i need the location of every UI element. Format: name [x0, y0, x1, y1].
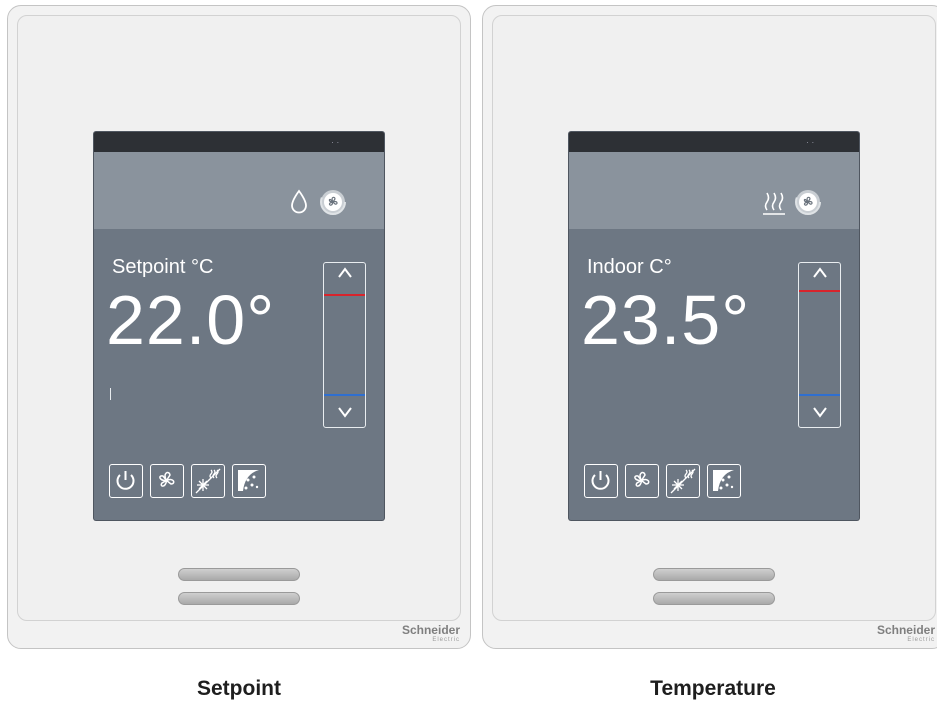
vent-slot — [653, 592, 775, 605]
chevron-up-icon — [812, 267, 827, 278]
increase-button[interactable] — [324, 266, 365, 285]
fan-button[interactable] — [625, 464, 659, 498]
vent-slot — [178, 568, 300, 581]
thermostat-temperature: .. Indoor C° 23.5° Schneider Electric — [482, 5, 937, 649]
vent-slot — [178, 592, 300, 605]
status-band — [94, 152, 384, 229]
cool-limit-marker — [799, 394, 840, 396]
chevron-up-icon — [337, 267, 352, 278]
caption-temperature: Temperature — [650, 677, 776, 700]
setpoint-slider[interactable] — [798, 262, 841, 428]
brand-logo: Schneider Electric — [876, 623, 935, 643]
power-icon — [591, 471, 610, 490]
heating-icon — [762, 188, 786, 221]
power-button[interactable] — [584, 464, 618, 498]
touch-screen: .. Setpoint °C 22.0° — [94, 132, 384, 520]
fan-icon — [159, 471, 175, 487]
heat-limit-marker — [324, 294, 365, 296]
temperature-value: 22.0° — [106, 281, 276, 359]
power-button[interactable] — [109, 464, 143, 498]
screen-label: Setpoint °C — [112, 256, 214, 278]
caption-setpoint: Setpoint — [197, 677, 281, 700]
chevron-down-icon — [812, 407, 827, 418]
cool-limit-marker — [324, 394, 365, 396]
chevron-down-icon — [337, 407, 352, 418]
power-icon — [116, 471, 135, 490]
heat-cool-icon — [195, 468, 221, 494]
heat-cool-button[interactable] — [666, 464, 700, 498]
fan-status-icon — [320, 189, 346, 220]
decrease-button[interactable] — [799, 405, 840, 424]
status-band — [569, 152, 859, 229]
screen-top-bar: .. — [94, 132, 384, 152]
schedule-button[interactable] — [707, 464, 741, 498]
fan-status-icon — [795, 189, 821, 220]
heat-limit-marker — [799, 290, 840, 292]
schedule-icon — [238, 470, 259, 491]
screen-top-bar: .. — [569, 132, 859, 152]
screen-label: Indoor C° — [587, 256, 672, 278]
thermostat-setpoint: .. Setpoint °C 22.0° Schneider Electric — [7, 5, 471, 649]
temperature-value: 23.5° — [581, 281, 751, 359]
decrease-button[interactable] — [324, 405, 365, 424]
increase-button[interactable] — [799, 266, 840, 285]
fan-button[interactable] — [150, 464, 184, 498]
vent-slot — [653, 568, 775, 581]
setpoint-slider[interactable] — [323, 262, 366, 428]
fan-icon — [634, 471, 650, 487]
heat-cool-icon — [670, 468, 696, 494]
heat-cool-button[interactable] — [191, 464, 225, 498]
text-cursor — [110, 388, 111, 400]
brand-logo: Schneider Electric — [401, 623, 460, 643]
water-drop-icon — [289, 189, 309, 220]
schedule-button[interactable] — [232, 464, 266, 498]
schedule-icon — [713, 470, 734, 491]
touch-screen: .. Indoor C° 23.5° — [569, 132, 859, 520]
